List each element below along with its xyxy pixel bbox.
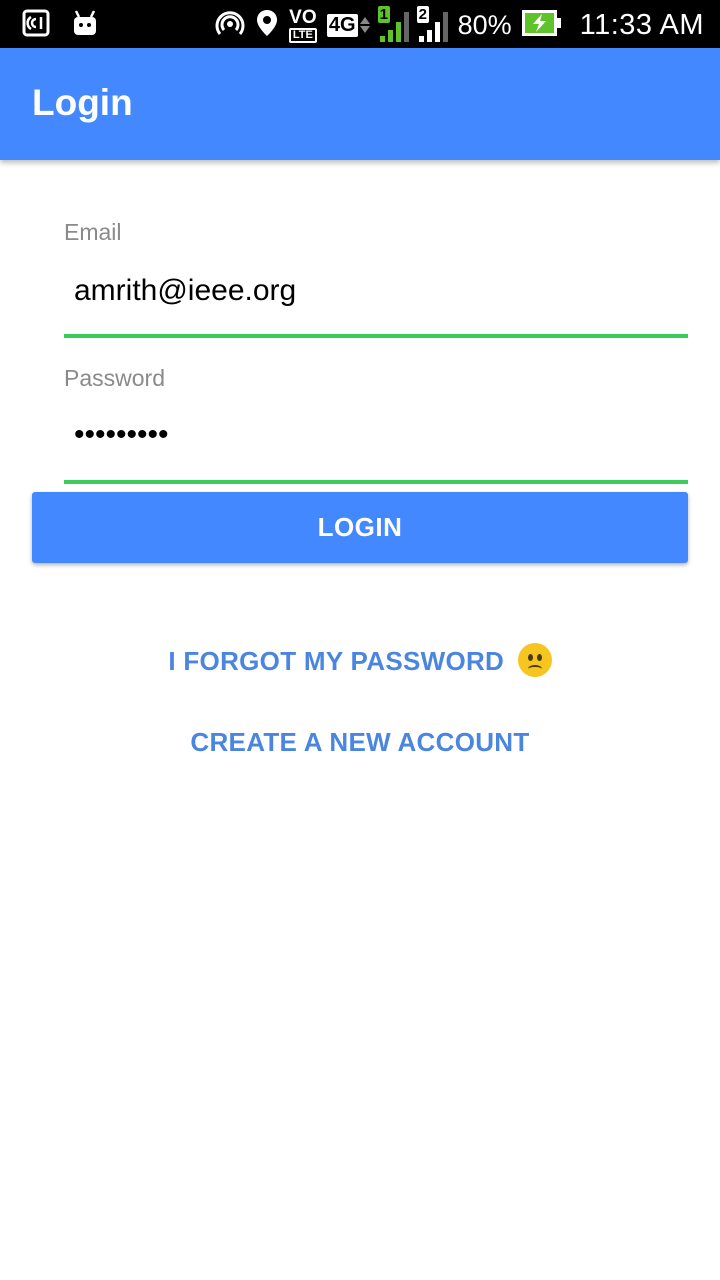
- email-field[interactable]: [64, 262, 688, 320]
- forgot-password-label: I FORGOT MY PASSWORD: [168, 646, 505, 676]
- login-button[interactable]: LOGIN: [32, 492, 688, 563]
- lte-label: LTE: [288, 27, 317, 43]
- password-label: Password: [64, 365, 165, 391]
- create-account-link[interactable]: CREATE A NEW ACCOUNT: [0, 727, 720, 758]
- email-underline: [64, 334, 688, 338]
- hotspot-icon: [215, 8, 245, 43]
- volte-icon: VO LTE: [288, 6, 317, 43]
- signal-sim1-icon: 1: [377, 6, 409, 42]
- sim2-label: 2: [416, 6, 429, 23]
- page-title: Login: [32, 82, 133, 123]
- data-activity-icon: [359, 17, 370, 33]
- password-field[interactable]: [64, 406, 688, 464]
- nfc-icon: [22, 9, 50, 42]
- status-bar: VO LTE 4G 1 2 80% 11:33 AM: [0, 0, 720, 48]
- battery-charging-icon: [521, 9, 562, 41]
- email-label: Email: [64, 219, 122, 245]
- clock: 11:33 AM: [579, 8, 704, 41]
- network-type-label: 4G: [326, 13, 358, 37]
- sim1-label: 1: [377, 6, 390, 23]
- android-notification-icon: [72, 9, 98, 42]
- volte-label: VO: [289, 6, 317, 28]
- 4g-icon: 4G: [326, 13, 370, 37]
- battery-percent: 80%: [457, 9, 512, 40]
- password-underline: [64, 480, 688, 484]
- location-icon: [255, 8, 279, 43]
- forgot-password-link[interactable]: I FORGOT MY PASSWORD: [0, 643, 720, 680]
- signal-sim2-icon: 2: [416, 6, 448, 42]
- confused-face-icon: [517, 643, 552, 678]
- app-bar: Login: [0, 48, 720, 160]
